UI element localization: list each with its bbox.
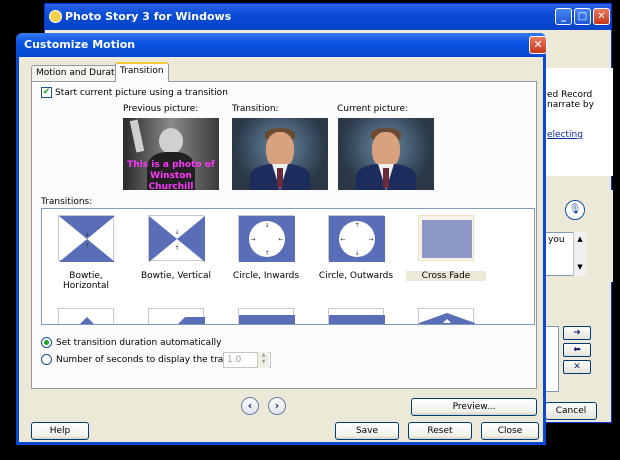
narration-text: you	[548, 235, 565, 245]
transition-label-bowtie-horizontal: Bowtie, Horizontal	[63, 271, 109, 291]
svg-text:↓: ↓	[354, 250, 359, 257]
current-picture-label: Current picture:	[337, 104, 409, 114]
move-left-button[interactable]: ⬅	[563, 343, 591, 357]
previous-picture-button[interactable]: ‹	[241, 397, 259, 415]
transition-item-row2-2[interactable]	[136, 302, 216, 324]
minimize-button[interactable]: _	[555, 8, 572, 25]
move-right-button[interactable]: ➜	[563, 326, 591, 340]
svg-text:↓: ↓	[84, 231, 89, 238]
narration-scrollbar[interactable]: ▲ ▼	[573, 232, 586, 276]
dialog-titlebar: Customize Motion	[16, 33, 546, 57]
instruction-link[interactable]: electing	[547, 130, 583, 140]
instruction-text-2: narrate by	[547, 100, 594, 110]
transition-label-circle-outwards: Circle, Outwards	[318, 271, 394, 281]
story-list[interactable]	[545, 326, 559, 392]
previous-picture-caption: This is a photo of Winston Churchill	[127, 160, 215, 190]
current-tie	[383, 168, 389, 188]
transition-row2-1-icon	[58, 308, 114, 324]
svg-text:→: →	[368, 236, 373, 243]
previous-picture-label: Previous picture:	[123, 104, 199, 114]
current-face	[372, 132, 400, 168]
maximize-button[interactable]: □	[574, 8, 591, 25]
transition-row2-5-icon	[418, 308, 475, 324]
save-button[interactable]: Save	[335, 422, 399, 440]
transition-preview-thumbnail	[232, 118, 328, 190]
start-transition-checkbox[interactable]: ✔	[41, 87, 52, 98]
help-button[interactable]: Help	[31, 422, 89, 440]
scroll-up-icon[interactable]: ▲	[574, 232, 586, 246]
instruction-text-1: ed Record	[547, 90, 593, 100]
remove-button[interactable]: ✕	[563, 360, 591, 374]
svg-text:←: ←	[278, 236, 283, 243]
bowtie-horizontal-icon: ↓ ↑	[58, 215, 115, 262]
transition-label-circle-inwards: Circle, Inwards	[232, 271, 300, 281]
transitions-list[interactable]: ↓ ↑ Bowtie, Horizontal ↓ ↑ Bowtie, Vertica…	[41, 208, 535, 325]
auto-duration-label: Set transition duration automatically	[56, 338, 222, 348]
photo-story-app-icon	[49, 10, 62, 23]
preview-face	[266, 132, 294, 168]
transition-item-circle-outwards[interactable]: ↑ ↓ ← → Circle, Outwards	[316, 209, 396, 309]
preview-button[interactable]: Preview...	[411, 398, 537, 416]
transition-item-circle-inwards[interactable]: ↓ ↑ → ← Circle, Inwards	[226, 209, 306, 309]
reset-button[interactable]: Reset	[408, 422, 472, 440]
circle-outwards-icon: ↑ ↓ ← →	[328, 215, 385, 262]
customize-motion-dialog: Customize Motion ✕ Motion and Duration T…	[16, 33, 547, 445]
next-picture-button[interactable]: ›	[268, 397, 286, 415]
dialog-close-button[interactable]: ✕	[529, 36, 547, 54]
seconds-duration-radio[interactable]	[41, 354, 52, 365]
photo-story-titlebar: Photo Story 3 for Windows _ □ ✕	[45, 4, 611, 30]
transition-label-cross-fade: Cross Fade	[406, 271, 486, 281]
transition-item-row2-1[interactable]	[46, 302, 126, 324]
photo-story-title: Photo Story 3 for Windows	[65, 10, 232, 23]
instructions-panel: ed Record narrate by electing	[545, 68, 613, 176]
scroll-down-icon[interactable]: ▼	[574, 260, 586, 274]
dialog-title: Customize Motion	[24, 38, 136, 51]
transition-item-cross-fade[interactable]: Cross Fade	[406, 209, 486, 309]
bowtie-vertical-icon: ↓ ↑	[148, 215, 205, 262]
cross-fade-icon	[418, 215, 474, 261]
spin-up-icon[interactable]: ▲	[258, 352, 269, 359]
preview-tie	[277, 168, 283, 188]
previous-picture-thumbnail: This is a photo of Winston Churchill	[123, 118, 219, 190]
transition-item-row2-4[interactable]	[316, 302, 396, 324]
churchill-face	[159, 128, 183, 154]
transition-row2-3-icon	[238, 308, 295, 324]
svg-text:←: ←	[340, 236, 345, 243]
transition-label-bowtie-vertical: Bowtie, Vertical	[140, 271, 212, 281]
auto-duration-radio[interactable]	[41, 337, 52, 348]
current-picture-thumbnail	[338, 118, 434, 190]
circle-inwards-icon: ↓ ↑ → ←	[238, 215, 295, 262]
transition-row2-4-icon	[328, 308, 385, 324]
transition-item-bowtie-vertical[interactable]: ↓ ↑ Bowtie, Vertical	[136, 209, 216, 309]
tab-transition[interactable]: Transition	[115, 62, 169, 82]
svg-text:↑: ↑	[354, 222, 359, 229]
transition-preview-label: Transition:	[232, 104, 279, 114]
cancel-button[interactable]: Cancel	[545, 402, 597, 420]
spin-down-icon[interactable]: ▼	[258, 359, 269, 366]
transition-item-bowtie-horizontal[interactable]: ↓ ↑ Bowtie, Horizontal	[46, 209, 126, 309]
transitions-label: Transitions:	[41, 197, 93, 207]
svg-text:↑: ↑	[84, 243, 89, 250]
seconds-stepper[interactable]: ▲ ▼	[257, 352, 269, 368]
transition-item-row2-5[interactable]	[406, 302, 486, 324]
transition-row2-2-icon	[148, 308, 205, 324]
window-close-button[interactable]: ✕	[593, 8, 610, 25]
transition-item-row2-3[interactable]	[226, 302, 306, 324]
svg-text:↓: ↓	[174, 229, 179, 236]
svg-text:↑: ↑	[264, 250, 269, 257]
start-transition-label: Start current picture using a transition	[55, 88, 228, 98]
svg-text:→: →	[250, 236, 255, 243]
close-button[interactable]: Close	[481, 422, 539, 440]
microphone-icon[interactable]: 🎙	[565, 200, 585, 220]
svg-text:↑: ↑	[174, 245, 179, 252]
svg-text:↓: ↓	[264, 222, 269, 229]
